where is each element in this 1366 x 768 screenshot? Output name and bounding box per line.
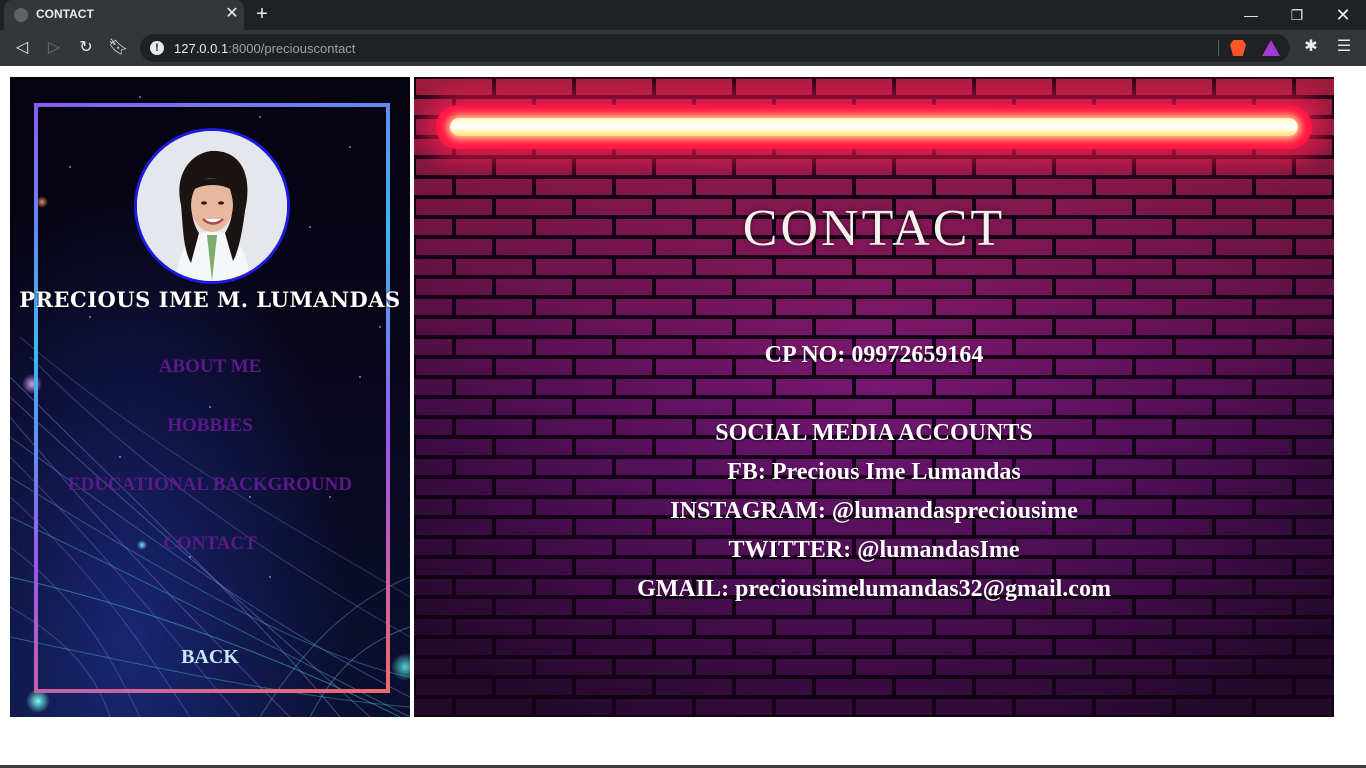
globe-icon xyxy=(14,8,28,22)
divider xyxy=(1218,40,1219,56)
restore-icon[interactable]: ❐ xyxy=(1282,4,1312,26)
url-host: 127.0.0.1 xyxy=(174,41,229,56)
tab-strip: CONTACT ✕ + — ❐ ✕ xyxy=(0,0,1366,30)
social-media-heading: SOCIAL MEDIA ACCOUNTS xyxy=(715,420,1033,446)
bookmark-icon[interactable]: 🔖︎ xyxy=(108,38,128,58)
gmail-account: GMAIL: preciousimelumandas32@gmail.com xyxy=(637,576,1111,602)
nav-link-hobbies[interactable]: HOBBIES xyxy=(10,415,410,437)
close-icon[interactable]: ✕ xyxy=(224,5,240,23)
menu-icon[interactable]: ☰ xyxy=(1336,38,1352,56)
url-text[interactable]: 127.0.0.1:8000/preciouscontact xyxy=(174,41,355,56)
minimize-icon[interactable]: — xyxy=(1236,4,1266,26)
profile-sidebar: PRECIOUS IME M. LUMANDAS ABOUT ME HOBBIE… xyxy=(10,77,410,717)
reload-icon[interactable]: ↻ xyxy=(76,38,96,58)
contact-panel: CONTACT CP NO: 09972659164 SOCIAL MEDIA … xyxy=(414,77,1334,717)
plus-icon[interactable]: + xyxy=(252,3,272,25)
nav-link-about[interactable]: ABOUT ME xyxy=(10,356,410,378)
profile-photo xyxy=(137,131,287,281)
window-close-icon[interactable]: ✕ xyxy=(1328,4,1358,26)
address-bar[interactable]: ! 127.0.0.1:8000/preciouscontact xyxy=(140,34,1290,62)
puzzle-icon[interactable]: ✱ xyxy=(1302,38,1320,56)
brave-rewards-icon[interactable] xyxy=(1262,40,1280,56)
twitter-account: TWITTER: @lumandasIme xyxy=(728,537,1020,563)
browser-tab[interactable]: CONTACT ✕ xyxy=(4,0,244,30)
brick-wall-background xyxy=(414,77,1334,717)
browser-toolbar: ◁ ▷ ↻ 🔖︎ ! 127.0.0.1:8000/preciouscontac… xyxy=(0,30,1366,66)
back-link[interactable]: BACK xyxy=(10,646,410,669)
url-path: :8000/preciouscontact xyxy=(228,41,356,56)
instagram-account: INSTAGRAM: @lumandaspreciousime xyxy=(670,498,1078,524)
neon-light-tube xyxy=(450,118,1298,136)
profile-name: PRECIOUS IME M. LUMANDAS xyxy=(19,287,401,312)
page-title: CONTACT xyxy=(742,200,1006,257)
facebook-account: FB: Precious Ime Lumandas xyxy=(727,459,1021,485)
nav-link-contact[interactable]: CONTACT xyxy=(10,533,410,555)
phone-number: CP NO: 09972659164 xyxy=(764,342,984,368)
brave-shields-icon[interactable] xyxy=(1230,40,1246,56)
info-icon[interactable]: ! xyxy=(150,41,164,55)
arrow-left-icon[interactable]: ◁ xyxy=(12,38,32,58)
nav-link-educational-background[interactable]: EDUCATIONAL BACKGROUND xyxy=(10,474,410,496)
tab-title: CONTACT xyxy=(36,7,94,21)
avatar xyxy=(134,128,290,284)
arrow-right-icon[interactable]: ▷ xyxy=(44,38,64,58)
